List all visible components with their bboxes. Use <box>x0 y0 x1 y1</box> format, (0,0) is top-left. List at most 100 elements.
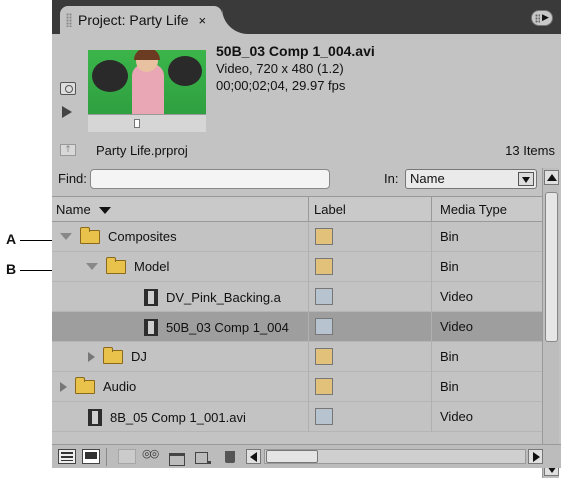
cell-divider <box>308 282 309 312</box>
in-label: In: <box>384 171 399 186</box>
clip-info-line2: 00;00;02;04, 29.97 fps <box>216 78 346 93</box>
table-row[interactable]: DV_Pink_Backing.a Video <box>52 282 542 312</box>
parent-folder-icon[interactable]: ↑ <box>60 144 76 156</box>
table-row[interactable]: Model Bin <box>52 252 542 282</box>
folder-icon <box>80 226 100 244</box>
project-info-row: ↑ Party Life.prproj 13 Items <box>52 140 561 162</box>
play-icon[interactable] <box>62 106 72 118</box>
thumbnail-figure <box>168 56 202 86</box>
callout-a: A <box>6 231 17 247</box>
row-media-type: Bin <box>440 379 459 394</box>
row-name-cell: 8B_05 Comp 1_001.avi <box>88 409 246 426</box>
expanded-triangle-icon[interactable] <box>86 263 98 270</box>
row-media-type: Video <box>440 319 474 334</box>
row-name: Audio <box>103 379 137 394</box>
sort-descending-icon <box>98 207 111 215</box>
cell-divider <box>308 372 309 402</box>
close-icon[interactable]: × <box>199 13 207 28</box>
find-input[interactable] <box>90 169 330 189</box>
find-row: Find: In: Name <box>52 166 561 192</box>
new-item-icon[interactable] <box>194 449 212 464</box>
trash-icon[interactable] <box>222 449 240 464</box>
column-divider[interactable] <box>431 197 432 223</box>
row-media-type: Video <box>440 409 474 424</box>
label-color-swatch[interactable] <box>315 288 333 305</box>
row-name-cell: DV_Pink_Backing.a <box>144 289 281 306</box>
cell-divider <box>431 342 432 372</box>
row-name: DJ <box>131 349 147 364</box>
collapsed-triangle-icon[interactable] <box>60 381 67 392</box>
automate-to-sequence-icon[interactable] <box>118 449 136 464</box>
cell-divider <box>431 402 432 432</box>
row-media-type: Bin <box>440 229 459 244</box>
cell-divider <box>431 282 432 312</box>
row-media-type: Video <box>440 289 474 304</box>
grip-icon <box>535 13 541 23</box>
new-bin-icon[interactable] <box>168 449 186 466</box>
folder-icon <box>103 346 123 364</box>
vertical-scrollbar[interactable] <box>542 168 559 478</box>
cell-divider <box>431 312 432 342</box>
table-row[interactable]: 8B_05 Comp 1_001.avi Video <box>52 402 542 432</box>
film-icon <box>144 319 158 336</box>
collapsed-triangle-icon[interactable] <box>88 351 95 362</box>
table-row-selected[interactable]: 50B_03 Comp 1_004 Video <box>52 312 542 342</box>
tab-project[interactable]: Project: Party Life × <box>60 6 222 34</box>
scroll-up-icon[interactable] <box>544 170 559 185</box>
column-divider[interactable] <box>308 197 309 223</box>
row-name: 50B_03 Comp 1_004 <box>166 320 289 335</box>
scrubber-handle[interactable] <box>134 119 140 128</box>
menu-arrow-icon: ▶ <box>542 13 549 23</box>
item-count: 13 Items <box>505 143 555 158</box>
cell-divider <box>431 222 432 252</box>
scroll-left-icon[interactable] <box>246 449 261 464</box>
list-view-icon[interactable] <box>58 449 76 464</box>
table-row[interactable]: Composites Bin <box>52 222 542 252</box>
thumbnail-figure <box>134 50 160 60</box>
icon-view-icon[interactable] <box>82 449 100 464</box>
label-color-swatch[interactable] <box>315 348 333 365</box>
folder-icon <box>106 256 126 274</box>
column-header-name-label: Name <box>56 202 91 217</box>
row-name-cell: DJ <box>88 346 147 364</box>
table-header: Name Label Media Type <box>52 196 542 223</box>
grip-icon[interactable] <box>66 13 72 27</box>
expanded-triangle-icon[interactable] <box>60 233 72 240</box>
scrollbar-thumb[interactable] <box>545 192 558 342</box>
row-name-cell: Composites <box>60 226 177 244</box>
label-color-swatch[interactable] <box>315 258 333 275</box>
in-select-value: Name <box>410 171 445 186</box>
row-name: Composites <box>108 229 177 244</box>
label-color-swatch[interactable] <box>315 228 333 245</box>
binoculars-icon[interactable] <box>142 447 160 464</box>
row-name: Model <box>134 259 170 274</box>
clip-thumbnail <box>88 50 206 114</box>
label-color-swatch[interactable] <box>315 408 333 425</box>
table-row[interactable]: Audio Bin <box>52 372 542 402</box>
dropdown-arrow-icon[interactable] <box>518 172 534 186</box>
row-name-cell: Audio <box>60 376 137 394</box>
table-row[interactable]: DJ Bin <box>52 342 542 372</box>
column-header-label[interactable]: Label <box>314 202 346 217</box>
cell-divider <box>431 372 432 402</box>
film-icon <box>88 409 102 426</box>
panel-content: 50B_03 Comp 1_004.avi Video, 720 x 480 (… <box>52 34 561 478</box>
poster-frame-scrubber[interactable] <box>88 114 206 132</box>
clip-info: Video, 720 x 480 (1.2) 00;00;02;04, 29.9… <box>216 60 345 94</box>
panel-menu-button[interactable]: ▶ <box>531 10 553 26</box>
cell-divider <box>308 222 309 252</box>
scroll-right-icon[interactable] <box>528 449 543 464</box>
row-name-cell: Model <box>86 256 170 274</box>
cell-divider <box>431 252 432 282</box>
camera-icon[interactable] <box>60 82 76 95</box>
column-header-name[interactable]: Name <box>56 202 111 217</box>
clip-info-line1: Video, 720 x 480 (1.2) <box>216 61 344 76</box>
in-select[interactable]: Name <box>405 169 537 189</box>
label-color-swatch[interactable] <box>315 378 333 395</box>
project-items-table: Name Label Media Type Composites Bin Mod… <box>52 196 542 442</box>
column-header-media-type[interactable]: Media Type <box>440 202 507 217</box>
label-color-swatch[interactable] <box>315 318 333 335</box>
clip-name: 50B_03 Comp 1_004.avi <box>216 43 375 59</box>
cell-divider <box>308 342 309 372</box>
scrollbar-thumb[interactable] <box>266 450 318 463</box>
